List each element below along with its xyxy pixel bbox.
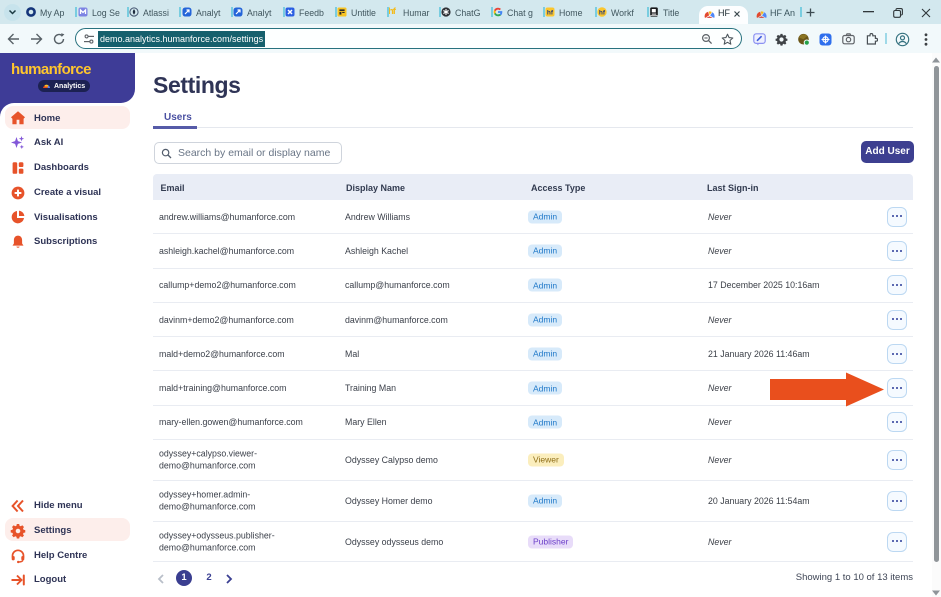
svg-text:hf: hf — [599, 9, 606, 16]
svg-text:hf: hf — [547, 9, 554, 16]
